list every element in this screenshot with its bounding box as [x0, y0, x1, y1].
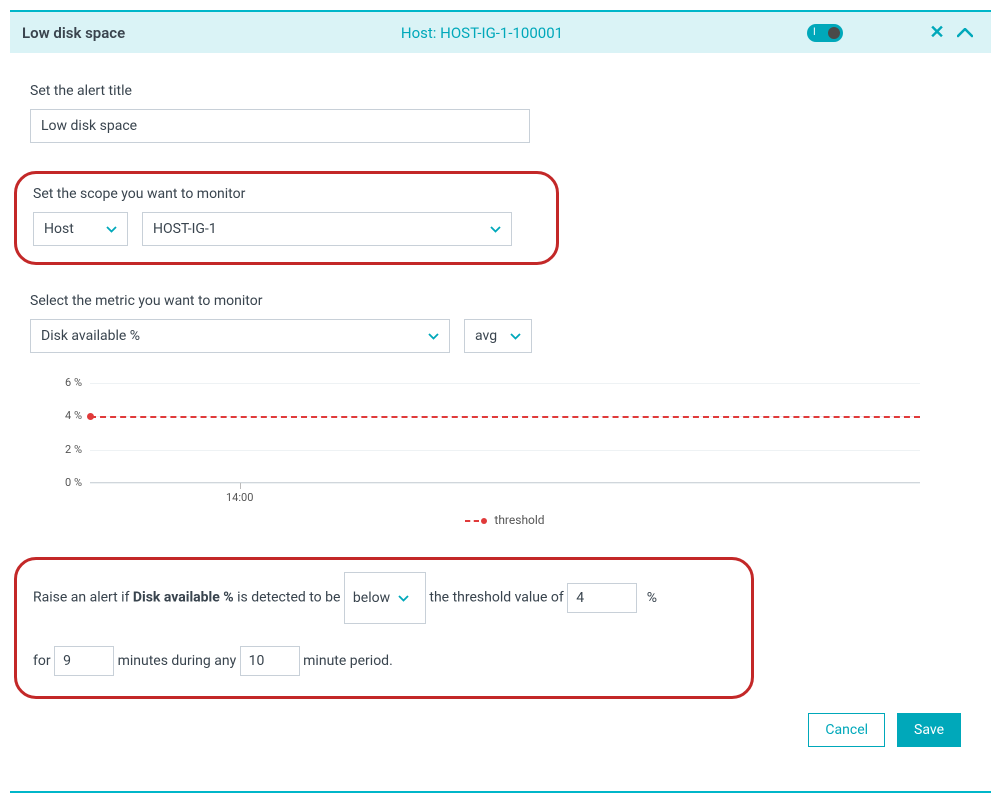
metric-value: Disk available %	[41, 328, 140, 344]
aggregation-select[interactable]: avg	[464, 319, 532, 353]
y-tick: 6 %	[52, 376, 82, 389]
direction-value: below	[353, 579, 390, 617]
close-icon[interactable]: ✕	[923, 22, 951, 43]
alert-title-section: Set the alert title	[30, 83, 971, 143]
metric-section: Select the metric you want to monitor Di…	[30, 293, 971, 353]
cancel-button[interactable]: Cancel	[808, 713, 885, 747]
scope-type-value: Host	[44, 221, 74, 237]
threshold-unit: %	[647, 590, 657, 606]
chevron-down-icon	[510, 333, 521, 340]
scope-section: Set the scope you want to monitor Host H…	[14, 171, 559, 265]
alert-title-input[interactable]	[30, 109, 530, 143]
direction-select[interactable]: below	[344, 572, 426, 624]
scope-label: Set the scope you want to monitor	[33, 186, 540, 202]
duration-input[interactable]	[54, 646, 114, 676]
scope-value-select[interactable]: HOST-IG-1	[142, 212, 512, 246]
threshold-metric-name: Disk available %	[133, 590, 234, 606]
y-tick: 2 %	[52, 443, 82, 456]
text: minutes during any	[118, 653, 240, 669]
panel-header: Low disk space Host: HOST-IG-1-100001 ✕	[10, 12, 991, 53]
alert-title-label: Set the alert title	[30, 83, 971, 99]
panel-title: Low disk space	[22, 24, 352, 42]
metric-select[interactable]: Disk available %	[30, 319, 450, 353]
scope-type-select[interactable]: Host	[33, 212, 128, 246]
y-tick: 4 %	[52, 409, 82, 422]
period-input[interactable]	[240, 646, 300, 676]
x-tick: 14:00	[226, 491, 253, 504]
threshold-value-input[interactable]	[567, 583, 637, 613]
chevron-down-icon	[428, 333, 439, 340]
host-label: Host: HOST-IG-1-100001	[352, 24, 612, 42]
text: the threshold value of	[429, 590, 567, 606]
chevron-down-icon	[490, 226, 501, 233]
save-button[interactable]: Save	[897, 713, 961, 747]
metric-chart: 0 %2 %4 %6 %14:00 threshold	[90, 383, 920, 527]
chevron-down-icon	[398, 595, 409, 602]
metric-label: Select the metric you want to monitor	[30, 293, 971, 309]
aggregation-value: avg	[475, 328, 497, 344]
legend-threshold-label: threshold	[494, 513, 544, 527]
y-tick: 0 %	[52, 476, 82, 489]
threshold-section: Raise an alert if Disk available % is de…	[14, 557, 754, 699]
text: is detected to be	[237, 590, 344, 606]
collapse-icon[interactable]	[951, 28, 979, 38]
chart-legend: threshold	[90, 513, 920, 527]
chevron-down-icon	[106, 226, 117, 233]
text: Raise an alert if	[33, 590, 133, 606]
scope-value: HOST-IG-1	[153, 221, 217, 237]
text: minute period.	[303, 653, 393, 669]
threshold-line	[90, 416, 920, 418]
enabled-toggle[interactable]	[807, 24, 843, 42]
text: for	[33, 653, 54, 669]
